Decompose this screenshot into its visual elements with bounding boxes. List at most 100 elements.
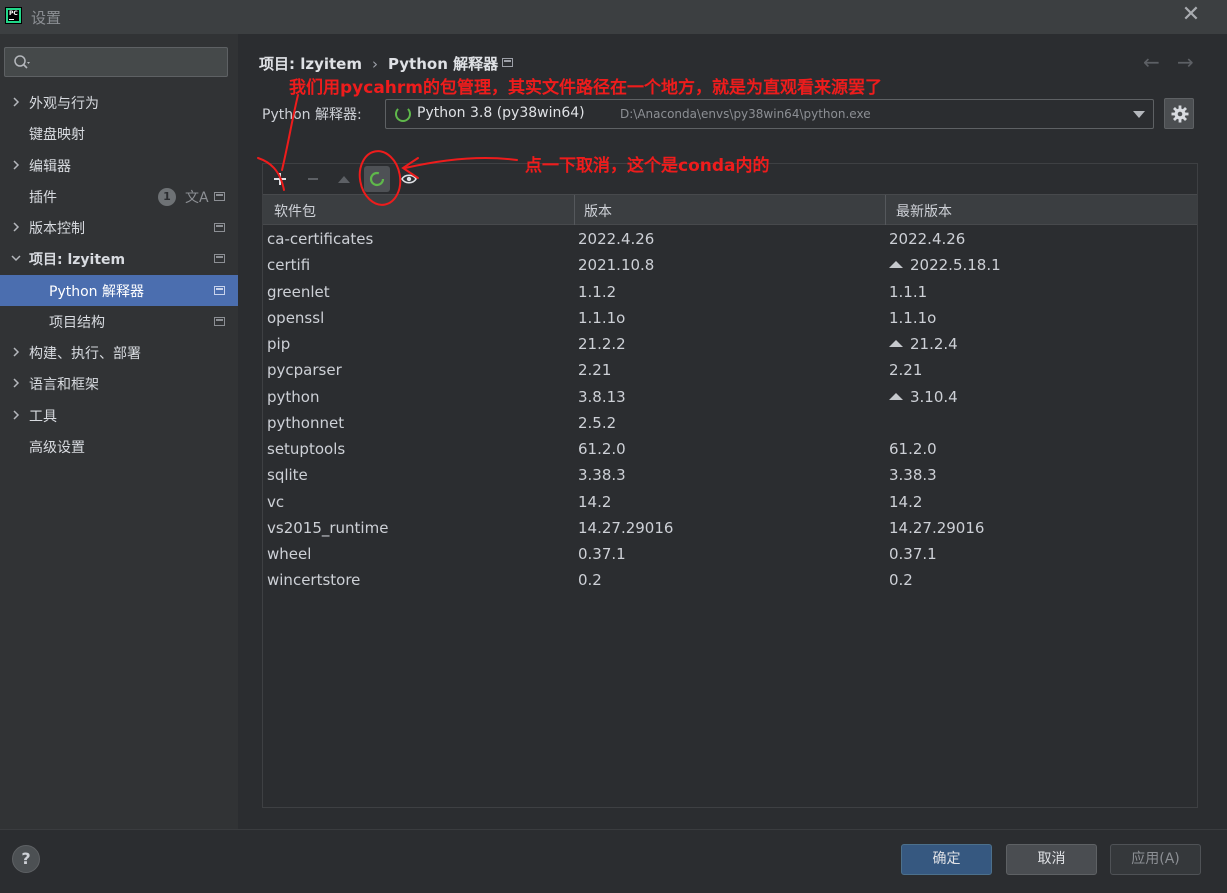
back-arrow-icon[interactable]: ← [1143, 50, 1160, 74]
packages-table-header: 软件包 版本 最新版本 [263, 194, 1197, 225]
sidebar-item-label: 语言和框架 [29, 377, 99, 393]
sidebar-item-languages[interactable]: 语言和框架 [0, 368, 238, 399]
package-name: setuptools [267, 440, 346, 458]
package-name: sqlite [267, 466, 308, 485]
project-scope-icon [214, 223, 225, 232]
package-latest-version-text: 1.1.1 [889, 282, 928, 301]
project-scope-icon [214, 254, 225, 263]
search-input[interactable] [4, 47, 228, 77]
column-header-version[interactable]: 版本 [584, 201, 612, 221]
table-row[interactable]: sqlite 3.38.3 3.38.3 [263, 462, 1197, 488]
sidebar-item-label: 编辑器 [29, 159, 71, 175]
table-row[interactable]: vs2015_runtime 14.27.29016 14.27.29016 [263, 515, 1197, 541]
sidebar-item-vcs[interactable]: 版本控制 [0, 212, 238, 243]
sidebar-item-label: 插件 [29, 190, 57, 206]
uninstall-package-button[interactable] [300, 166, 326, 192]
package-latest-version-text: 0.37.1 [889, 545, 937, 563]
table-row[interactable]: python 3.8.13 3.10.4 [263, 384, 1197, 410]
table-row[interactable]: wincertstore 0.2 0.2 [263, 567, 1197, 593]
sidebar-item-advanced[interactable]: 高级设置 [0, 431, 238, 462]
sidebar-item-label: Python 解释器 [49, 284, 144, 300]
annotation-toolbar: 点一下取消，这个是conda内的 [525, 156, 770, 176]
package-version: 3.38.3 [578, 466, 626, 485]
package-latest-version-text: 1.1.1o [889, 308, 937, 327]
chevron-right-icon [13, 347, 20, 357]
dropdown-caret-icon [1133, 111, 1145, 118]
package-version: 2021.10.8 [578, 256, 655, 275]
column-divider [574, 195, 575, 225]
sidebar-item-python-interpreter[interactable]: Python 解释器 [0, 275, 238, 306]
package-name: wincertstore [267, 571, 361, 590]
window-title: 设置 [31, 9, 62, 27]
upgrade-available-icon [889, 340, 903, 347]
chevron-right-icon [13, 378, 20, 388]
sidebar-item-build[interactable]: 构建、执行、部署 [0, 337, 238, 368]
apply-button[interactable]: 应用(A) [1110, 844, 1201, 875]
interpreter-select[interactable]: Python 3.8 (py38win64) D:\Anaconda\envs\… [385, 99, 1154, 129]
page-title: Python 解释器 [388, 55, 499, 73]
search-icon [14, 55, 30, 69]
annotation-top: 我们用pycahrm的包管理，其实文件路径在一个地方，就是为直观看来源罢了 [289, 78, 882, 98]
upgrade-arrow-icon [338, 176, 350, 183]
package-latest-version: 3.10.4 [889, 388, 958, 406]
package-latest-version: 3.38.3 [889, 466, 937, 484]
table-row[interactable]: pip 21.2.2 21.2.4 [263, 331, 1197, 357]
show-early-releases-toggle[interactable] [396, 166, 422, 192]
sidebar-item-label: 项目: lzyitem [29, 252, 126, 268]
package-version: 0.37.1 [578, 545, 626, 563]
package-version: 1.1.2 [578, 282, 617, 301]
table-row[interactable]: openssl 1.1.1o 1.1.1o [263, 305, 1197, 331]
package-name: vs2015_runtime [267, 518, 389, 537]
conda-env-icon [395, 106, 411, 122]
install-package-button[interactable] [267, 166, 293, 192]
sidebar-item-editor[interactable]: 编辑器 [0, 150, 238, 181]
table-row[interactable]: vc 14.2 14.2 [263, 489, 1197, 515]
interpreter-settings-button[interactable] [1164, 98, 1194, 129]
table-row[interactable]: pythonnet 2.5.2 [263, 410, 1197, 436]
column-header-latest[interactable]: 最新版本 [896, 201, 952, 221]
use-conda-toggle[interactable] [364, 166, 390, 192]
package-latest-version: 21.2.4 [889, 335, 958, 353]
package-name: pythonnet [267, 413, 345, 432]
settings-sidebar: 外观与行为 键盘映射 编辑器 插件 1 文A 版本控制 项目: lzyitem … [0, 34, 238, 829]
conda-icon [369, 171, 385, 187]
package-version: 3.8.13 [578, 387, 626, 406]
package-latest-version: 2.21 [889, 361, 922, 379]
sidebar-item-appearance[interactable]: 外观与行为 [0, 87, 238, 118]
project-scope-icon [214, 192, 225, 201]
package-latest-version-text: 14.27.29016 [889, 518, 985, 537]
breadcrumb-project[interactable]: 项目: lzyitem [259, 55, 362, 73]
sidebar-item-project[interactable]: 项目: lzyitem [0, 243, 238, 274]
close-icon[interactable]: ✕ [1180, 4, 1202, 26]
package-latest-version-text: 2022.4.26 [889, 230, 966, 248]
package-latest-version-text: 2022.5.18.1 [910, 256, 1001, 275]
column-header-package[interactable]: 软件包 [274, 201, 316, 221]
table-row[interactable]: greenlet 1.1.2 1.1.1 [263, 279, 1197, 305]
table-row[interactable]: ca-certificates 2022.4.26 2022.4.26 [263, 226, 1197, 252]
upgrade-package-button[interactable] [331, 166, 357, 192]
chevron-right-icon [13, 410, 20, 420]
sidebar-item-keymap[interactable]: 键盘映射 [0, 118, 238, 149]
table-row[interactable]: wheel 0.37.1 0.37.1 [263, 541, 1197, 567]
package-name: ca-certificates [267, 230, 374, 248]
package-version: 21.2.2 [578, 335, 626, 353]
sidebar-item-tools[interactable]: 工具 [0, 400, 238, 431]
package-name: pip [267, 335, 291, 353]
package-latest-version-text: 61.2.0 [889, 440, 937, 458]
table-row[interactable]: pycparser 2.21 2.21 [263, 357, 1197, 383]
ok-button[interactable]: 确定 [901, 844, 992, 875]
package-name: pycparser [267, 361, 342, 380]
table-row[interactable]: setuptools 61.2.0 61.2.0 [263, 436, 1197, 462]
sidebar-item-plugins[interactable]: 插件 1 文A [0, 181, 238, 212]
sidebar-item-label: 高级设置 [29, 440, 85, 456]
cancel-button[interactable]: 取消 [1006, 844, 1097, 875]
help-button[interactable]: ? [12, 845, 40, 873]
table-row[interactable]: certifi 2021.10.8 2022.5.18.1 [263, 252, 1197, 278]
project-scope-icon [214, 286, 225, 295]
sidebar-item-project-structure[interactable]: 项目结构 [0, 306, 238, 337]
package-latest-version-text: 0.2 [889, 571, 913, 590]
forward-arrow-icon[interactable]: → [1177, 50, 1194, 74]
eye-icon [401, 174, 417, 184]
interpreter-label: Python 解释器: [262, 107, 362, 123]
package-latest-version: 0.37.1 [889, 545, 937, 563]
